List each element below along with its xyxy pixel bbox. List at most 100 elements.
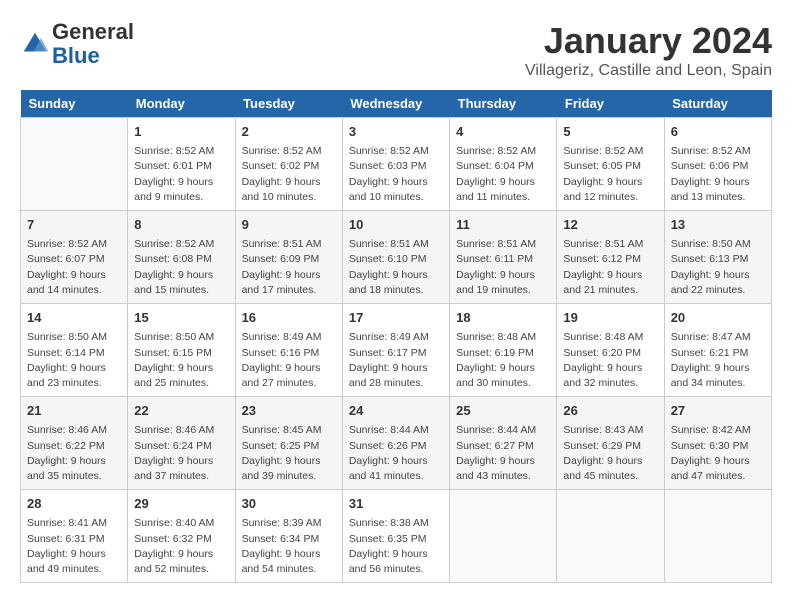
week-row-1: 1 Sunrise: 8:52 AM Sunset: 6:01 PM Daylig… (21, 118, 772, 211)
day-number: 1 (134, 123, 228, 141)
logo-line1: General (52, 20, 134, 44)
day-number: 18 (456, 309, 550, 327)
day-number: 29 (134, 495, 228, 513)
calendar-cell: 30 Sunrise: 8:39 AM Sunset: 6:34 PM Dayli… (235, 490, 342, 583)
day-number: 10 (349, 216, 443, 234)
day-number: 15 (134, 309, 228, 327)
day-info: Sunrise: 8:48 AM Sunset: 6:19 PM Dayligh… (456, 330, 550, 391)
calendar-cell: 20 Sunrise: 8:47 AM Sunset: 6:21 PM Dayli… (664, 304, 771, 397)
day-info: Sunrise: 8:38 AM Sunset: 6:35 PM Dayligh… (349, 516, 443, 577)
day-number: 30 (242, 495, 336, 513)
calendar-cell: 14 Sunrise: 8:50 AM Sunset: 6:14 PM Dayli… (21, 304, 128, 397)
day-info: Sunrise: 8:52 AM Sunset: 6:06 PM Dayligh… (671, 144, 765, 205)
day-info: Sunrise: 8:46 AM Sunset: 6:24 PM Dayligh… (134, 423, 228, 484)
day-number: 28 (27, 495, 121, 513)
calendar-cell (557, 490, 664, 583)
calendar-cell: 28 Sunrise: 8:41 AM Sunset: 6:31 PM Dayli… (21, 490, 128, 583)
calendar-cell: 27Sunrise: 8:42 AM Sunset: 6:30 PM Dayli… (664, 397, 771, 490)
day-info: Sunrise: 8:50 AM Sunset: 6:14 PM Dayligh… (27, 330, 121, 391)
day-info: Sunrise: 8:40 AM Sunset: 6:32 PM Dayligh… (134, 516, 228, 577)
week-row-5: 28 Sunrise: 8:41 AM Sunset: 6:31 PM Dayli… (21, 490, 772, 583)
logo-line2: Blue (52, 44, 134, 68)
calendar-cell: 8 Sunrise: 8:52 AM Sunset: 6:08 PM Daylig… (128, 211, 235, 304)
day-info: Sunrise: 8:44 AM Sunset: 6:26 PM Dayligh… (349, 423, 443, 484)
calendar-table: SundayMondayTuesdayWednesdayThursdayFrid… (20, 90, 772, 583)
day-number: 8 (134, 216, 228, 234)
calendar-cell: 29 Sunrise: 8:40 AM Sunset: 6:32 PM Dayli… (128, 490, 235, 583)
day-number: 4 (456, 123, 550, 141)
calendar-cell: 9 Sunrise: 8:51 AM Sunset: 6:09 PM Daylig… (235, 211, 342, 304)
calendar-cell: 19 Sunrise: 8:48 AM Sunset: 6:20 PM Dayli… (557, 304, 664, 397)
calendar-cell: 16 Sunrise: 8:49 AM Sunset: 6:16 PM Dayli… (235, 304, 342, 397)
calendar-cell: 24 Sunrise: 8:44 AM Sunset: 6:26 PM Dayli… (342, 397, 449, 490)
weekday-header-row: SundayMondayTuesdayWednesdayThursdayFrid… (21, 90, 772, 118)
day-info: Sunrise: 8:49 AM Sunset: 6:16 PM Dayligh… (242, 330, 336, 391)
calendar-cell: 17 Sunrise: 8:49 AM Sunset: 6:17 PM Dayli… (342, 304, 449, 397)
calendar-cell: 31 Sunrise: 8:38 AM Sunset: 6:35 PM Dayli… (342, 490, 449, 583)
day-number: 14 (27, 309, 121, 327)
day-number: 9 (242, 216, 336, 234)
day-number: 5 (563, 123, 657, 141)
calendar-cell: 18 Sunrise: 8:48 AM Sunset: 6:19 PM Dayli… (450, 304, 557, 397)
day-number: 24 (349, 402, 443, 420)
month-title: January 2024 (525, 20, 772, 62)
day-number: 23 (242, 402, 336, 420)
day-number: 17 (349, 309, 443, 327)
day-info: Sunrise: 8:41 AM Sunset: 6:31 PM Dayligh… (27, 516, 121, 577)
day-number: 22 (134, 402, 228, 420)
day-number: 20 (671, 309, 765, 327)
day-info: Sunrise: 8:52 AM Sunset: 6:01 PM Dayligh… (134, 144, 228, 205)
day-number: 6 (671, 123, 765, 141)
day-info: Sunrise: 8:52 AM Sunset: 6:03 PM Dayligh… (349, 144, 443, 205)
day-info: Sunrise: 8:52 AM Sunset: 6:02 PM Dayligh… (242, 144, 336, 205)
calendar-cell: 12Sunrise: 8:51 AM Sunset: 6:12 PM Dayli… (557, 211, 664, 304)
calendar-cell: 25 Sunrise: 8:44 AM Sunset: 6:27 PM Dayli… (450, 397, 557, 490)
day-info: Sunrise: 8:49 AM Sunset: 6:17 PM Dayligh… (349, 330, 443, 391)
calendar-cell: 3Sunrise: 8:52 AM Sunset: 6:03 PM Daylig… (342, 118, 449, 211)
calendar-cell (21, 118, 128, 211)
day-number: 25 (456, 402, 550, 420)
day-info: Sunrise: 8:43 AM Sunset: 6:29 PM Dayligh… (563, 423, 657, 484)
day-info: Sunrise: 8:48 AM Sunset: 6:20 PM Dayligh… (563, 330, 657, 391)
day-info: Sunrise: 8:44 AM Sunset: 6:27 PM Dayligh… (456, 423, 550, 484)
day-number: 26 (563, 402, 657, 420)
weekday-header-saturday: Saturday (664, 90, 771, 118)
calendar-cell: 22 Sunrise: 8:46 AM Sunset: 6:24 PM Dayli… (128, 397, 235, 490)
logo: General Blue (20, 20, 134, 68)
weekday-header-sunday: Sunday (21, 90, 128, 118)
day-info: Sunrise: 8:51 AM Sunset: 6:09 PM Dayligh… (242, 237, 336, 298)
calendar-cell: 7 Sunrise: 8:52 AM Sunset: 6:07 PM Daylig… (21, 211, 128, 304)
day-info: Sunrise: 8:52 AM Sunset: 6:08 PM Dayligh… (134, 237, 228, 298)
day-info: Sunrise: 8:51 AM Sunset: 6:12 PM Dayligh… (563, 237, 657, 298)
day-number: 7 (27, 216, 121, 234)
calendar-cell: 23 Sunrise: 8:45 AM Sunset: 6:25 PM Dayli… (235, 397, 342, 490)
day-info: Sunrise: 8:50 AM Sunset: 6:13 PM Dayligh… (671, 237, 765, 298)
day-number: 13 (671, 216, 765, 234)
day-number: 31 (349, 495, 443, 513)
calendar-cell (664, 490, 771, 583)
day-number: 2 (242, 123, 336, 141)
day-number: 16 (242, 309, 336, 327)
day-info: Sunrise: 8:50 AM Sunset: 6:15 PM Dayligh… (134, 330, 228, 391)
day-info: Sunrise: 8:52 AM Sunset: 6:04 PM Dayligh… (456, 144, 550, 205)
weekday-header-thursday: Thursday (450, 90, 557, 118)
calendar-cell: 11Sunrise: 8:51 AM Sunset: 6:11 PM Dayli… (450, 211, 557, 304)
weekday-header-monday: Monday (128, 90, 235, 118)
day-info: Sunrise: 8:52 AM Sunset: 6:07 PM Dayligh… (27, 237, 121, 298)
calendar-cell: 6 Sunrise: 8:52 AM Sunset: 6:06 PM Daylig… (664, 118, 771, 211)
day-info: Sunrise: 8:42 AM Sunset: 6:30 PM Dayligh… (671, 423, 765, 484)
day-info: Sunrise: 8:45 AM Sunset: 6:25 PM Dayligh… (242, 423, 336, 484)
week-row-4: 21Sunrise: 8:46 AM Sunset: 6:22 PM Dayli… (21, 397, 772, 490)
weekday-header-tuesday: Tuesday (235, 90, 342, 118)
week-row-2: 7 Sunrise: 8:52 AM Sunset: 6:07 PM Daylig… (21, 211, 772, 304)
day-number: 19 (563, 309, 657, 327)
title-block: January 2024 Villageriz, Castille and Le… (525, 20, 772, 80)
day-info: Sunrise: 8:47 AM Sunset: 6:21 PM Dayligh… (671, 330, 765, 391)
day-info: Sunrise: 8:51 AM Sunset: 6:10 PM Dayligh… (349, 237, 443, 298)
day-info: Sunrise: 8:39 AM Sunset: 6:34 PM Dayligh… (242, 516, 336, 577)
day-info: Sunrise: 8:51 AM Sunset: 6:11 PM Dayligh… (456, 237, 550, 298)
calendar-cell: 4 Sunrise: 8:52 AM Sunset: 6:04 PM Daylig… (450, 118, 557, 211)
calendar-cell: 2 Sunrise: 8:52 AM Sunset: 6:02 PM Daylig… (235, 118, 342, 211)
location: Villageriz, Castille and Leon, Spain (525, 62, 772, 80)
calendar-cell: 10 Sunrise: 8:51 AM Sunset: 6:10 PM Dayli… (342, 211, 449, 304)
